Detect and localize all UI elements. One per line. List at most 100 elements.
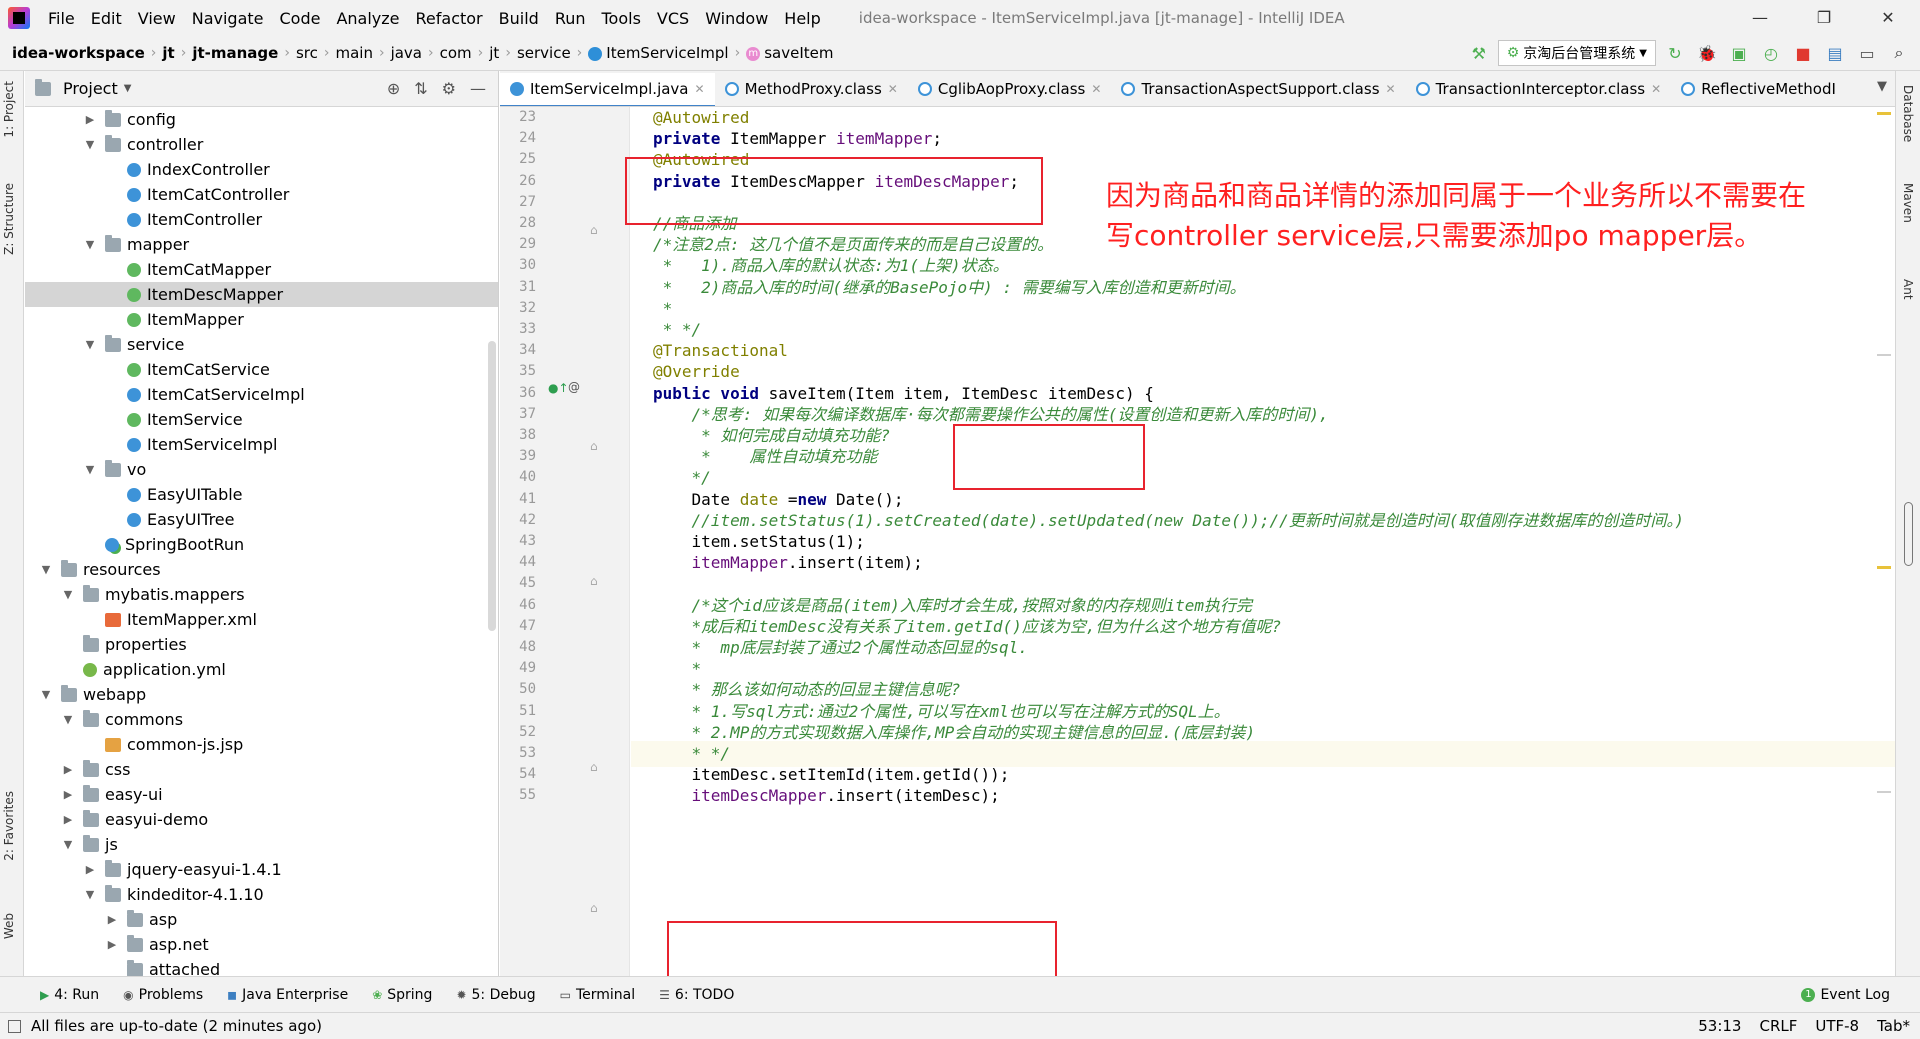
- expanded-arrow-icon[interactable]: ▼: [83, 138, 97, 151]
- menu-tools[interactable]: Tools: [594, 9, 649, 28]
- line-separator[interactable]: CRLF: [1759, 1017, 1797, 1035]
- tree-item[interactable]: ItemCatServiceImpl: [25, 382, 498, 407]
- editor-scrollbar[interactable]: [1904, 502, 1913, 566]
- menu-view[interactable]: View: [130, 9, 184, 28]
- breadcrumb-item[interactable]: jt: [485, 44, 503, 62]
- menu-window[interactable]: Window: [697, 9, 776, 28]
- editor-tab[interactable]: TransactionInterceptor.class ✕: [1406, 71, 1672, 106]
- bottom-tab-5-debug[interactable]: ✹ 5: Debug: [444, 987, 547, 1003]
- breadcrumb-item[interactable]: jt-manage: [188, 44, 282, 62]
- implements-icon[interactable]: ●↑: [548, 381, 569, 395]
- chevron-down-icon[interactable]: ▼: [124, 83, 132, 94]
- hide-icon[interactable]: —: [470, 79, 486, 98]
- tree-item[interactable]: ItemDescMapper: [25, 282, 498, 307]
- tree-item[interactable]: ▶ asp.net: [25, 932, 498, 957]
- menu-help[interactable]: Help: [776, 9, 828, 28]
- editor-tab[interactable]: MethodProxy.class ✕: [715, 71, 908, 106]
- collapsed-arrow-icon[interactable]: ▶: [61, 763, 75, 776]
- tree-item[interactable]: ▼ vo: [25, 457, 498, 482]
- expanded-arrow-icon[interactable]: ▼: [39, 688, 53, 701]
- close-window-button[interactable]: ✕: [1856, 0, 1920, 36]
- tree-item[interactable]: application.yml: [25, 657, 498, 682]
- event-log-button[interactable]: 1 Event Log: [1801, 987, 1890, 1003]
- expanded-arrow-icon[interactable]: ▼: [61, 588, 75, 601]
- breadcrumb-item[interactable]: com: [436, 44, 476, 62]
- project-structure-icon[interactable]: ▤: [1822, 40, 1848, 66]
- collapsed-arrow-icon[interactable]: ▶: [83, 863, 97, 876]
- menu-navigate[interactable]: Navigate: [184, 9, 272, 28]
- breadcrumb-item[interactable]: src: [292, 44, 322, 62]
- menu-build[interactable]: Build: [491, 9, 547, 28]
- build-hammer-icon[interactable]: ⚒: [1466, 40, 1492, 66]
- fold-icon[interactable]: ⌂: [590, 439, 598, 453]
- menu-refactor[interactable]: Refactor: [408, 9, 491, 28]
- close-tab-icon[interactable]: ✕: [1386, 82, 1396, 96]
- menu-edit[interactable]: Edit: [83, 9, 130, 28]
- expanded-arrow-icon[interactable]: ▼: [83, 463, 97, 476]
- gear-icon[interactable]: ⚙: [442, 79, 456, 98]
- tree-item[interactable]: ▼ js: [25, 832, 498, 857]
- tree-item[interactable]: ▼ service: [25, 332, 498, 357]
- collapsed-arrow-icon[interactable]: ▶: [105, 913, 119, 926]
- tool-tab-structure[interactable]: Z: Structure: [2, 183, 16, 255]
- tree-item[interactable]: ItemController: [25, 207, 498, 232]
- maximize-button[interactable]: ❐: [1792, 0, 1856, 36]
- tree-item[interactable]: ▶ easy-ui: [25, 782, 498, 807]
- close-tab-icon[interactable]: ✕: [1091, 82, 1101, 96]
- tree-item[interactable]: ItemCatController: [25, 182, 498, 207]
- tree-item[interactable]: SpringBootRun: [25, 532, 498, 557]
- profile-icon[interactable]: ◴: [1758, 40, 1784, 66]
- tree-item[interactable]: attached: [25, 957, 498, 976]
- stripe-mark[interactable]: [1877, 354, 1891, 356]
- bottom-tab-6-todo[interactable]: ☰ 6: TODO: [647, 987, 746, 1003]
- fold-icon[interactable]: ⌂: [590, 574, 598, 588]
- tree-item[interactable]: EasyUITree: [25, 507, 498, 532]
- menu-analyze[interactable]: Analyze: [328, 9, 407, 28]
- tree-item[interactable]: ▶ config: [25, 107, 498, 132]
- tree-item[interactable]: ▼ commons: [25, 707, 498, 732]
- tree-item[interactable]: ItemMapper: [25, 307, 498, 332]
- menu-vcs[interactable]: VCS: [649, 9, 697, 28]
- run-configuration-select[interactable]: ⚙ 京淘后台管理系统 ▼: [1497, 40, 1656, 66]
- project-panel-title[interactable]: Project: [63, 79, 118, 98]
- rerun-icon[interactable]: ↻: [1662, 40, 1688, 66]
- presentation-icon[interactable]: ▭: [1854, 40, 1880, 66]
- debug-icon[interactable]: 🐞: [1694, 40, 1720, 66]
- collapsed-arrow-icon[interactable]: ▶: [83, 113, 97, 126]
- menu-run[interactable]: Run: [547, 9, 594, 28]
- tree-item[interactable]: ▼ resources: [25, 557, 498, 582]
- fold-icon[interactable]: ⌂: [590, 223, 598, 237]
- tree-item[interactable]: ▼ controller: [25, 132, 498, 157]
- editor-tab[interactable]: CglibAopProxy.class ✕: [908, 71, 1112, 106]
- bottom-tab-4-run[interactable]: ▶ 4: Run: [28, 987, 111, 1003]
- bottom-tab-terminal[interactable]: ▭ Terminal: [548, 987, 648, 1003]
- fold-icon[interactable]: ⌂: [590, 901, 598, 915]
- tree-item[interactable]: properties: [25, 632, 498, 657]
- minimize-button[interactable]: —: [1728, 0, 1792, 36]
- tree-item[interactable]: ▶ css: [25, 757, 498, 782]
- collapsed-arrow-icon[interactable]: ▶: [61, 813, 75, 826]
- tree-item[interactable]: ▶ asp: [25, 907, 498, 932]
- breadcrumb-item[interactable]: ItemServiceImpl: [584, 44, 732, 62]
- coverage-icon[interactable]: ▣: [1726, 40, 1752, 66]
- tree-item[interactable]: ▼ kindeditor-4.1.10: [25, 882, 498, 907]
- tool-tab-maven[interactable]: Maven: [1901, 183, 1915, 223]
- expanded-arrow-icon[interactable]: ▼: [83, 338, 97, 351]
- expanded-arrow-icon[interactable]: ▼: [61, 713, 75, 726]
- tool-tab-ant[interactable]: Ant: [1901, 279, 1915, 300]
- collapse-all-icon[interactable]: ⇅: [414, 79, 427, 98]
- editor-tab[interactable]: TransactionAspectSupport.class ✕: [1111, 71, 1405, 106]
- bottom-tab-problems[interactable]: ◉ Problems: [111, 987, 215, 1003]
- breadcrumb-item[interactable]: idea-workspace: [8, 44, 149, 62]
- expanded-arrow-icon[interactable]: ▼: [39, 563, 53, 576]
- locate-icon[interactable]: ⊕: [387, 79, 400, 98]
- editor-tab[interactable]: ItemServiceImpl.java ✕: [500, 72, 715, 106]
- tree-item[interactable]: EasyUITable: [25, 482, 498, 507]
- warning-stripe-mark[interactable]: [1877, 566, 1891, 569]
- project-scrollbar[interactable]: [488, 341, 496, 631]
- status-icon[interactable]: [8, 1019, 21, 1033]
- expanded-arrow-icon[interactable]: ▼: [61, 838, 75, 851]
- breadcrumb-item[interactable]: main: [331, 44, 376, 62]
- breadcrumb-item[interactable]: m saveItem: [742, 44, 837, 62]
- breadcrumb-item[interactable]: java: [387, 44, 426, 62]
